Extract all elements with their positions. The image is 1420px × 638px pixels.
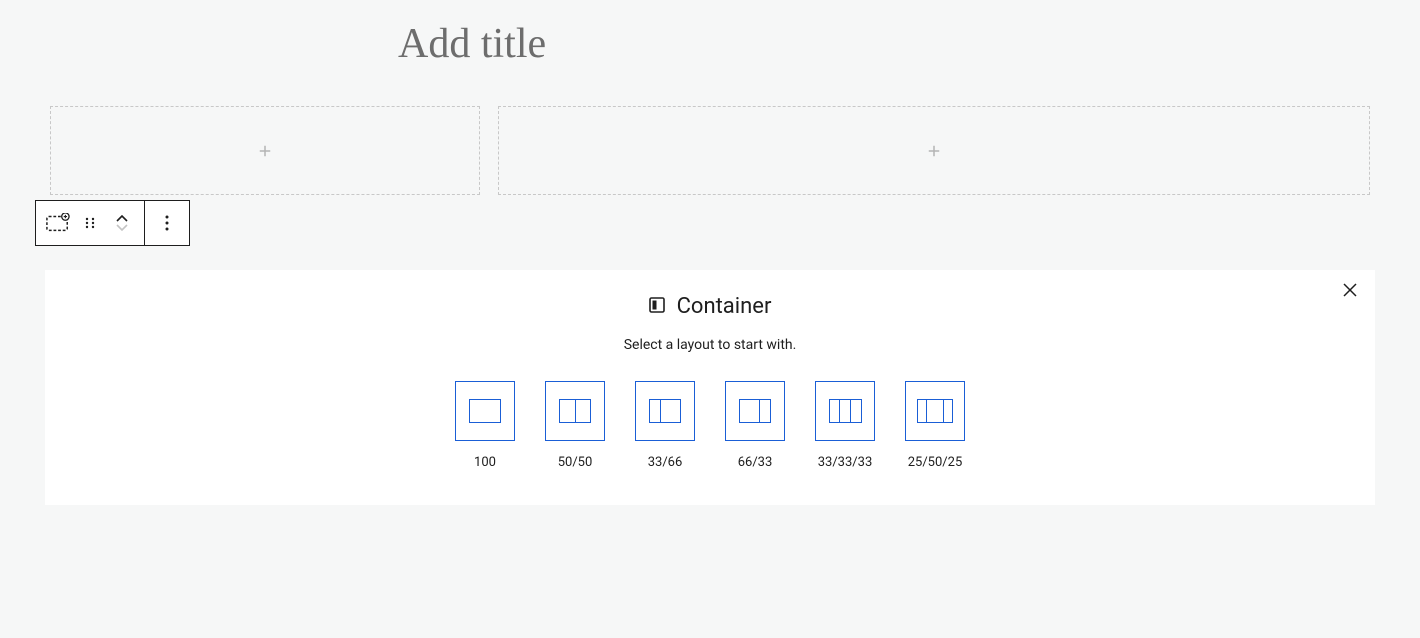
layout-option-100[interactable]: 100	[455, 381, 515, 470]
drag-handle-icon[interactable]	[78, 211, 102, 235]
layout-label: 33/66	[648, 455, 683, 470]
layout-option-50-50[interactable]: 50/50	[545, 381, 605, 470]
post-title-input[interactable]: Add title	[398, 20, 1420, 68]
layout-option-25-50-25[interactable]: 25/50/25	[905, 381, 965, 470]
chevron-up-icon	[116, 215, 128, 223]
container-icon	[649, 297, 665, 317]
layout-option-33-66[interactable]: 33/66	[635, 381, 695, 470]
panel-title: Container	[677, 294, 772, 319]
layout-label: 25/50/25	[908, 455, 963, 470]
block-toolbar	[35, 200, 190, 246]
column-placeholder-1[interactable]	[50, 106, 480, 195]
column-placeholder-2[interactable]	[498, 106, 1370, 195]
layout-option-66-33[interactable]: 66/33	[725, 381, 785, 470]
chevron-down-icon	[116, 223, 128, 231]
layout-option-33-33-33[interactable]: 33/33/33	[815, 381, 875, 470]
container-layout-panel: Container Select a layout to start with.…	[45, 270, 1375, 505]
layout-label: 33/33/33	[818, 455, 873, 470]
more-options-button[interactable]	[155, 211, 179, 235]
add-block-button[interactable]	[255, 141, 275, 161]
columns-row	[50, 106, 1370, 195]
block-type-icon[interactable]	[46, 211, 70, 235]
layout-label: 66/33	[738, 455, 773, 470]
layout-label: 50/50	[558, 455, 593, 470]
move-up-down-control[interactable]	[110, 211, 134, 235]
layout-label: 100	[474, 455, 496, 470]
close-icon	[1343, 283, 1357, 297]
panel-subtitle: Select a layout to start with.	[65, 337, 1355, 353]
close-button[interactable]	[1343, 282, 1357, 301]
add-block-button[interactable]	[924, 141, 944, 161]
